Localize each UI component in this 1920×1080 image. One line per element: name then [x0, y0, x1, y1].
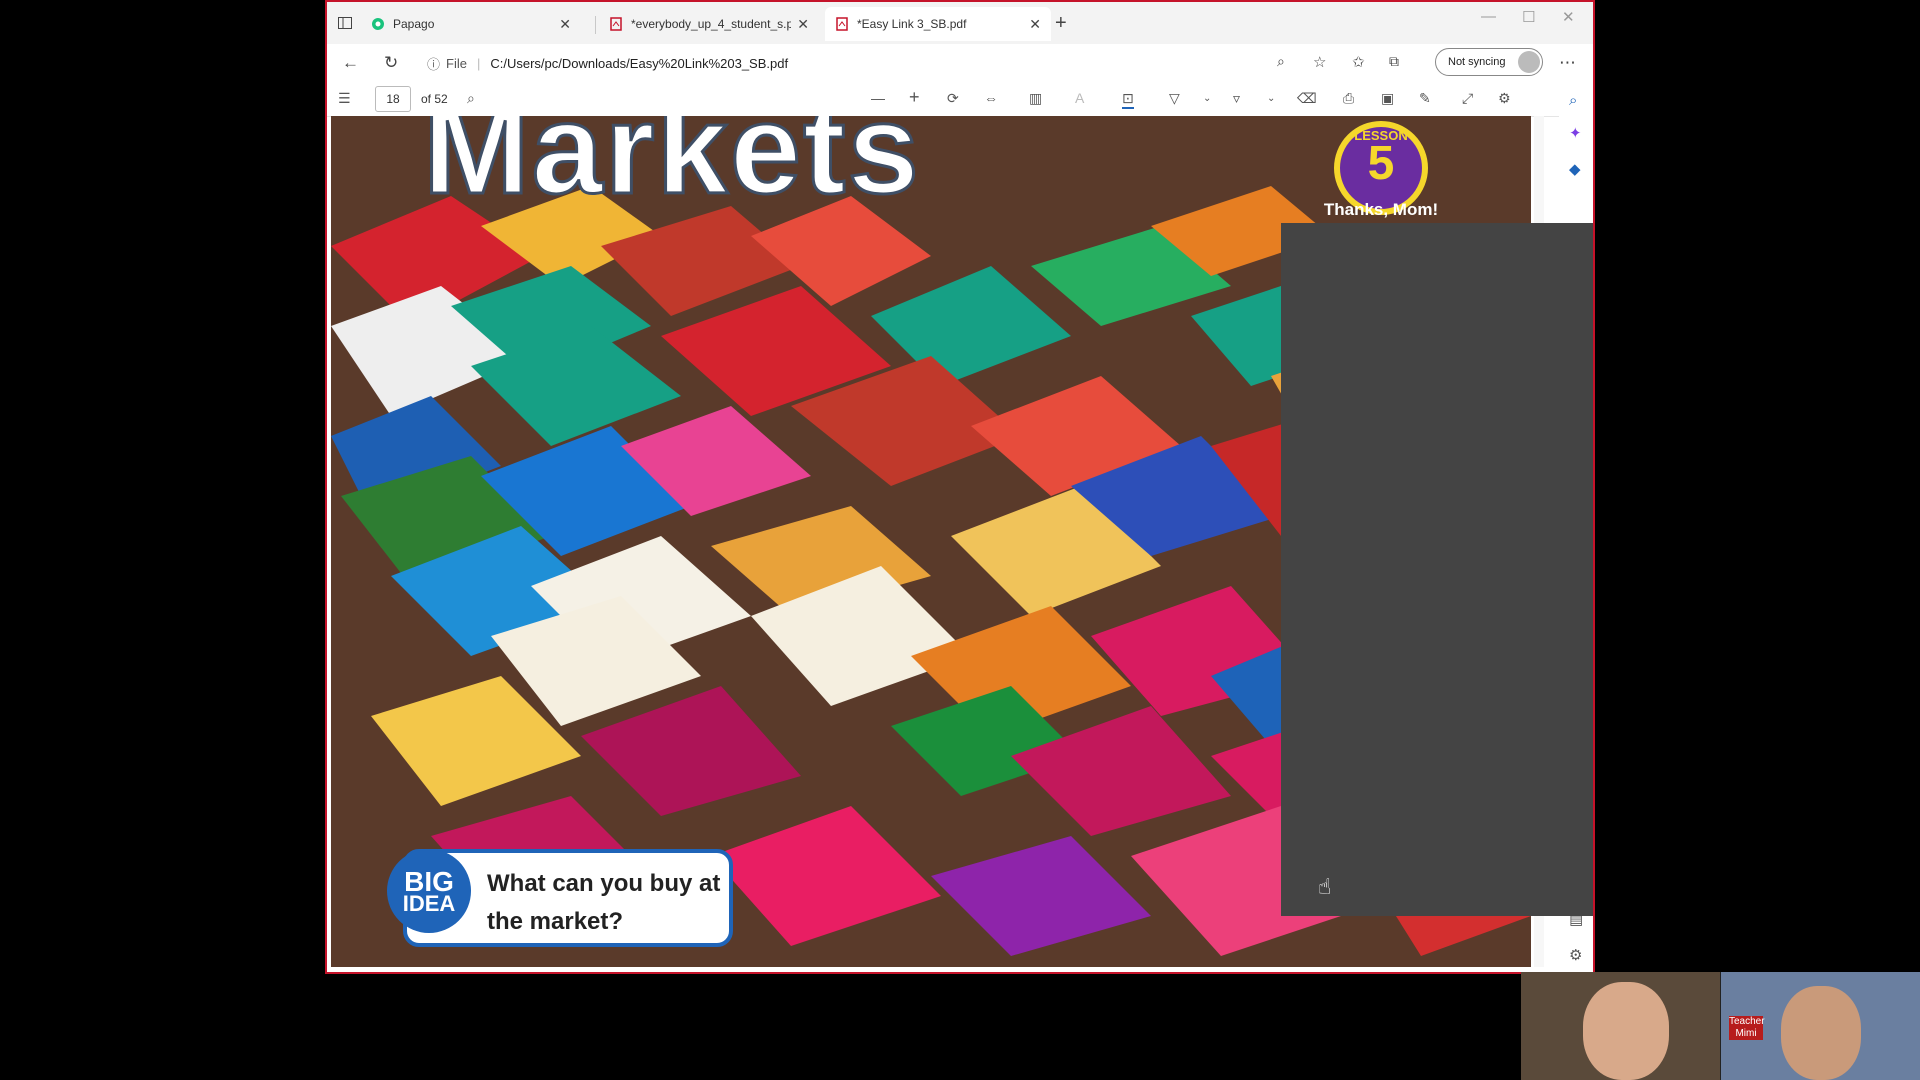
tab-label: Papago [393, 17, 435, 31]
copilot-icon[interactable]: ✦ [1569, 124, 1582, 142]
sync-label: Not syncing [1448, 56, 1506, 68]
url-separator: | [476, 55, 481, 71]
refresh-icon[interactable]: ↻ [384, 53, 398, 73]
teacher-sign: Teacher Mimi [1729, 1016, 1765, 1040]
shopping-tag-icon[interactable]: ◆ [1569, 160, 1581, 178]
zoom-icon[interactable]: ⌕ [1277, 53, 1285, 70]
info-icon[interactable]: ⓘ [427, 54, 440, 73]
lesson-subtitle: Thanks, Mom! [1323, 200, 1439, 219]
tab-bar: Papago ✕ *everybody_up_4_student_s.pdf ✕… [327, 2, 1593, 44]
big-idea-line2: IDEA [402, 890, 456, 916]
highlight-icon[interactable]: ▿ [1233, 90, 1240, 107]
page-title: Markets [422, 116, 921, 223]
print-icon[interactable]: ⎙ [1343, 90, 1354, 107]
lesson-number: 5 [1367, 137, 1395, 190]
hand-cursor-icon: ☝ [1318, 874, 1332, 899]
more-options-icon[interactable]: ⋯ [1559, 53, 1576, 73]
big-idea-line1: BIG [404, 865, 454, 897]
tab-everybody-up[interactable]: *everybody_up_4_student_s.pdf ✕ [599, 7, 819, 41]
draw-icon[interactable]: ▽ [1169, 90, 1180, 107]
back-arrow-icon[interactable]: ← [342, 53, 359, 73]
tab-label: *everybody_up_4_student_s.pdf [631, 17, 792, 31]
minimize-icon[interactable]: — [1481, 8, 1496, 25]
search-icon[interactable]: ⌕ [467, 90, 475, 107]
tab-label: *Easy Link 3_SB.pdf [857, 17, 967, 31]
student-face [1583, 982, 1669, 1080]
save-as-icon[interactable]: ✎ [1419, 90, 1431, 107]
close-icon[interactable]: ✕ [797, 16, 809, 33]
eraser-icon[interactable]: ⌫ [1297, 90, 1317, 107]
webcam-student [1521, 972, 1720, 1080]
close-icon[interactable]: ✕ [1029, 16, 1041, 33]
zoom-out-icon[interactable]: — [871, 90, 885, 106]
page-total: of 52 [421, 92, 448, 106]
fullscreen-icon[interactable]: ⤢ [1462, 90, 1473, 107]
add-favorite-icon[interactable]: ☆ [1313, 53, 1326, 71]
favorites-icon[interactable]: ✩ [1352, 53, 1365, 71]
tab-easy-link[interactable]: *Easy Link 3_SB.pdf ✕ [825, 7, 1051, 41]
sidebar-settings-icon[interactable]: ⚙ [1569, 946, 1582, 964]
rotate-icon[interactable]: ⟳ [947, 90, 959, 107]
url-prefix: File [446, 55, 467, 71]
gray-overlay-panel [1281, 223, 1593, 916]
avatar [1518, 51, 1540, 73]
address-bar: ← ↻ ⓘ File | C:/Users/pc/Downloads/Easy%… [327, 44, 1593, 83]
close-icon[interactable]: ✕ [559, 16, 571, 33]
text-box-icon[interactable]: ⊡ [1122, 90, 1134, 109]
zoom-in-icon[interactable]: + [909, 87, 920, 108]
pdf-toolbar: ☰ 18 of 52 ⌕ — + ⟳ ⇔ ▥ A ⊡ ▽ ⌄ ▿ ⌄ ⌫ ⎙ ▣… [327, 82, 1593, 117]
big-idea-box: BIG IDEA What can you buy at the market? [387, 849, 733, 947]
collections-icon[interactable]: ⧉ [1389, 53, 1399, 70]
webcam-teacher: Teacher Mimi [1721, 972, 1920, 1080]
lesson-badge: LESSON 5 Thanks, Mom! [1324, 118, 1438, 219]
pdf-icon [610, 17, 622, 31]
big-idea-badge: BIG IDEA [387, 849, 471, 933]
url-text: C:/Users/pc/Downloads/Easy%20Link%203_SB… [490, 55, 789, 71]
webcam-strip: Teacher Mimi [1521, 972, 1920, 1080]
sidebar-search-icon[interactable]: ⌕ [1569, 92, 1577, 109]
save-icon[interactable]: ▣ [1381, 90, 1394, 107]
fit-width-icon[interactable]: ⇔ [984, 90, 998, 106]
papago-icon [372, 18, 384, 30]
window-close-icon[interactable]: ✕ [1562, 8, 1575, 26]
draw-dropdown-icon[interactable]: ⌄ [1203, 93, 1211, 104]
new-tab-icon[interactable]: + [1055, 12, 1067, 35]
teacher-face [1781, 986, 1861, 1080]
highlight-dropdown-icon[interactable]: ⌄ [1267, 93, 1275, 104]
tab-papago[interactable]: Papago ✕ [361, 7, 581, 41]
big-idea-question: What can you buy at the market? [487, 870, 721, 935]
page-number-input[interactable]: 18 [375, 86, 411, 112]
page-view-icon[interactable]: ▥ [1029, 90, 1042, 107]
maximize-icon[interactable]: ☐ [1522, 8, 1535, 26]
contents-icon[interactable]: ☰ [338, 90, 351, 107]
sidebar-toggle-icon[interactable] [338, 17, 352, 29]
read-aloud-icon[interactable]: A [1075, 90, 1084, 106]
profile-sync-button[interactable]: Not syncing [1435, 48, 1543, 76]
url-field[interactable]: ⓘ File | C:/Users/pc/Downloads/Easy%20Li… [427, 48, 1262, 78]
tab-separator [595, 16, 596, 34]
pdf-settings-icon[interactable]: ⚙ [1498, 90, 1511, 107]
pdf-icon [836, 17, 848, 31]
